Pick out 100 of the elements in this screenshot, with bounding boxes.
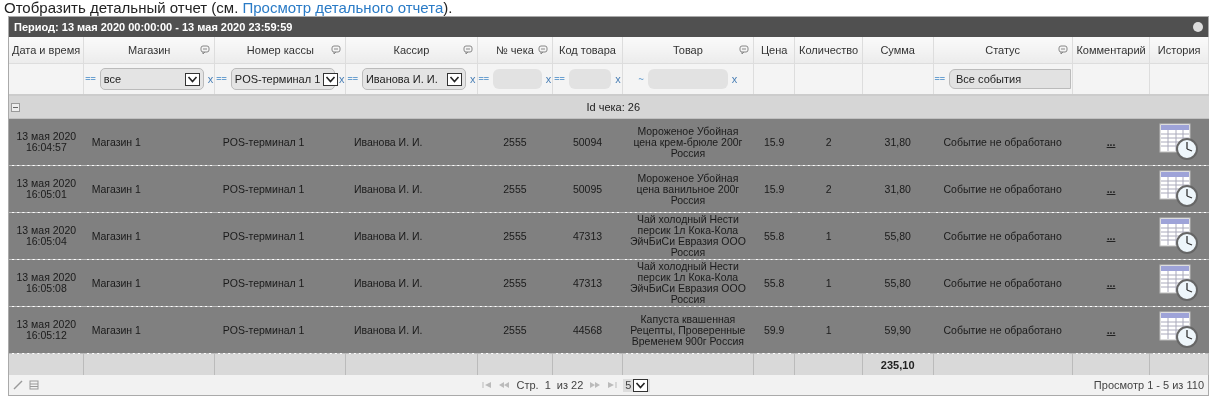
table-cell: Чай холодный Нести персик 1л Кока-Кола ЭйчБиСи Евразия ООО Россия: [629, 260, 746, 305]
filter-select[interactable]: Иванова И. И.: [361, 68, 467, 90]
records-summary: Просмотр 1 - 5 из 110: [1093, 379, 1204, 391]
total-sum: 235,10: [880, 358, 915, 371]
column-header[interactable]: Товар: [622, 37, 754, 64]
table-cell: 31,80: [884, 135, 911, 148]
clear-filter-button[interactable]: x: [207, 73, 214, 85]
table-cell: 1: [825, 323, 832, 336]
table-cell: 31,80: [884, 182, 911, 195]
table-cell: 47313: [572, 276, 603, 289]
column-header[interactable]: Номер кассы: [214, 37, 346, 64]
column-header[interactable]: Количество: [794, 37, 863, 64]
table-cell: Событие не обработано: [943, 135, 1062, 148]
grid-icon[interactable]: [29, 380, 39, 390]
table-cell: 13 мая 2020 16:04:57: [16, 130, 77, 153]
table-cell: Событие не обработано: [943, 276, 1062, 289]
caret-icon[interactable]: [323, 72, 339, 86]
collapse-icon[interactable]: [1193, 22, 1203, 32]
table-cell: 15.9: [763, 135, 785, 148]
table-cell: 1: [825, 229, 832, 242]
table-cell: 2: [825, 182, 832, 195]
table-cell: POS-терминал 1: [222, 323, 305, 336]
table-cell: 47313: [572, 229, 603, 242]
table-clock-icon[interactable]: [1159, 121, 1200, 161]
table-cell: Чай холодный Нести персик 1л Кока-Кола ЭйчБиСи Евразия ООО Россия: [629, 213, 746, 258]
clear-filter-button[interactable]: x: [731, 73, 738, 85]
comment-link[interactable]: ...: [1106, 135, 1116, 148]
table-cell: Событие не обработано: [943, 323, 1062, 336]
table-cell: Иванова И. И.: [353, 276, 423, 289]
comment-icon[interactable]: [200, 45, 211, 55]
page-label: Стр.: [516, 379, 539, 391]
page-count: из 22: [556, 379, 584, 391]
comment-link[interactable]: ...: [1106, 229, 1116, 242]
table-cell: Магазин 1: [91, 135, 141, 148]
column-header[interactable]: Код товара: [552, 37, 623, 64]
comment-icon[interactable]: [538, 45, 549, 55]
table-cell: 2: [825, 135, 832, 148]
report-link[interactable]: Просмотр детального отчета: [242, 0, 444, 16]
table-cell: 55.8: [763, 229, 785, 242]
column-header[interactable]: Кассир: [345, 37, 478, 64]
table-cell: Событие не обработано: [943, 229, 1062, 242]
table-cell: Магазин 1: [91, 229, 141, 242]
table-cell: Иванова И. И.: [353, 229, 423, 242]
table-cell: Иванова И. И.: [353, 323, 423, 336]
column-header[interactable]: Статус: [933, 37, 1073, 64]
filter-field[interactable]: Все события: [949, 69, 1071, 89]
previous-page-icon[interactable]: [498, 381, 511, 389]
last-page-icon[interactable]: [607, 381, 618, 389]
table-clock-icon[interactable]: [1159, 168, 1200, 208]
column-header[interactable]: История: [1149, 37, 1209, 64]
clear-filter-button[interactable]: x: [545, 73, 552, 85]
table-cell: 55,80: [884, 229, 911, 242]
next-page-icon[interactable]: [589, 381, 602, 389]
column-header[interactable]: Цена: [753, 37, 795, 64]
column-header[interactable]: № чека: [477, 37, 553, 64]
column-header[interactable]: Магазин: [83, 37, 215, 64]
page-field[interactable]: 1: [544, 379, 551, 391]
table-cell: 50094: [572, 135, 603, 148]
table-cell: 1: [825, 276, 832, 289]
table-cell: 55,80: [884, 276, 911, 289]
table-cell: 50095: [572, 182, 603, 195]
table-clock-icon[interactable]: [1159, 215, 1200, 255]
clear-filter-button[interactable]: x: [470, 73, 476, 85]
table-cell: 13 мая 2020 16:05:08: [16, 271, 77, 294]
table-cell: Магазин 1: [91, 182, 141, 195]
group-label: Id чека: 26: [585, 101, 642, 113]
comment-link[interactable]: ...: [1106, 276, 1116, 289]
table-cell: POS-терминал 1: [222, 135, 305, 148]
table-cell: 55.8: [763, 276, 785, 289]
column-header[interactable]: Комментарий: [1072, 37, 1150, 64]
table-cell: 13 мая 2020 16:05:12: [16, 318, 77, 341]
table-clock-icon[interactable]: [1159, 262, 1200, 302]
collapse-group-icon[interactable]: [11, 102, 20, 112]
comment-icon[interactable]: [462, 45, 473, 55]
table-cell: 59.9: [763, 323, 785, 336]
table-clock-icon[interactable]: [1159, 309, 1200, 349]
column-header[interactable]: Сумма: [862, 37, 933, 64]
pencil-icon[interactable]: [13, 380, 23, 390]
comment-icon[interactable]: [1057, 45, 1068, 55]
column-header[interactable]: Дата и время: [9, 37, 84, 64]
filter-select[interactable]: POS-терминал 1: [230, 68, 335, 90]
comment-icon[interactable]: [331, 45, 342, 55]
table-cell: 13 мая 2020 16:05:01: [16, 177, 77, 200]
caret-icon[interactable]: [184, 72, 200, 86]
table-cell: Магазин 1: [91, 276, 141, 289]
table-cell: 15.9: [763, 182, 785, 195]
first-page-icon[interactable]: [482, 381, 493, 389]
comment-link[interactable]: ...: [1106, 323, 1116, 336]
filter-select[interactable]: все: [99, 68, 204, 90]
table-cell: 2555: [503, 229, 527, 242]
caret-icon[interactable]: [633, 378, 649, 392]
caret-icon[interactable]: [447, 72, 463, 86]
panel-title: Период: 13 мая 2020 00:00:00 - 13 мая 2020 23:59:59: [14, 21, 293, 33]
comment-icon[interactable]: [738, 45, 749, 55]
clear-filter-button[interactable]: x: [338, 73, 345, 85]
page-size-select[interactable]: 5: [623, 378, 651, 392]
table-cell: 59,90: [884, 323, 911, 336]
clear-filter-button[interactable]: x: [615, 73, 621, 85]
table-cell: Мороженое Убойная цена ванильное 200г Россия: [636, 171, 740, 206]
comment-link[interactable]: ...: [1106, 182, 1116, 195]
